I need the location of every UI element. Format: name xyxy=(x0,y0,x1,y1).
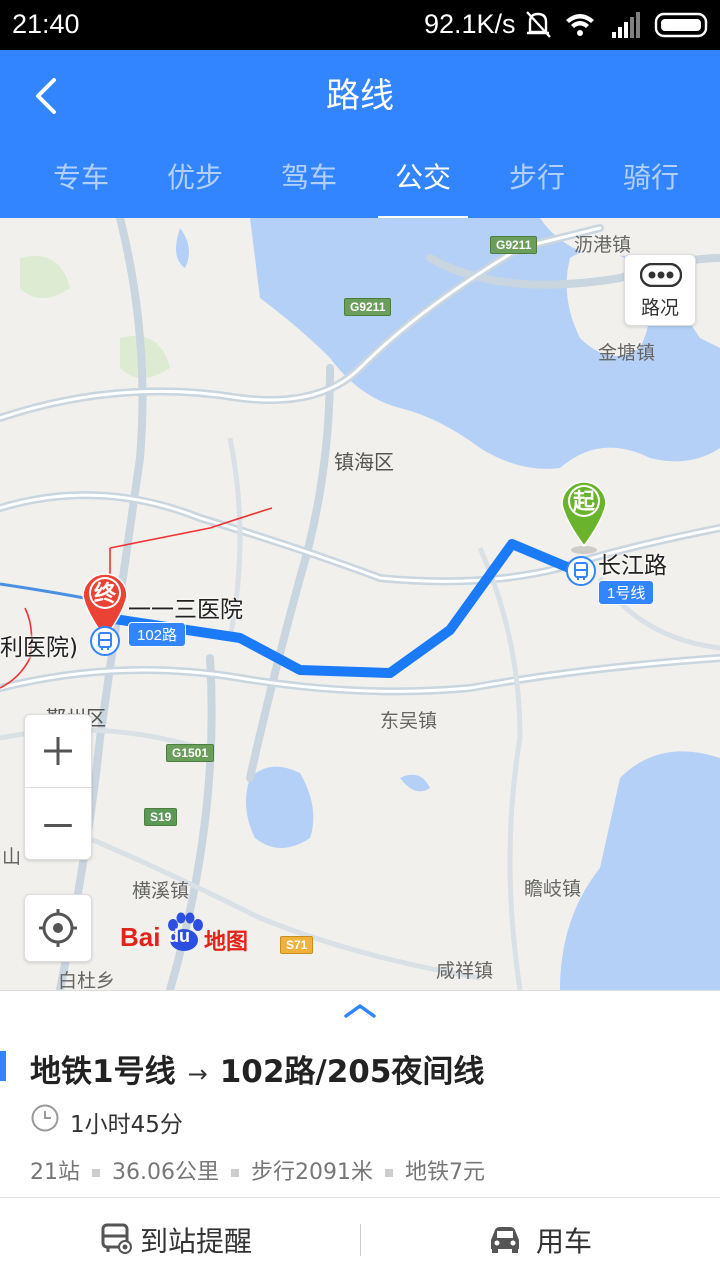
route-arrow: → xyxy=(187,1060,208,1088)
label-jintang: 金塘镇 xyxy=(598,342,656,364)
logo-bai: Bai xyxy=(120,922,161,952)
start-pin[interactable]: 起 xyxy=(559,476,609,554)
tab-cycling[interactable]: 骑行 xyxy=(594,146,708,218)
page-title: 路线 xyxy=(326,76,394,116)
route-line1: 地铁1号线 xyxy=(30,1054,176,1090)
tab-driving[interactable]: 驾车 xyxy=(252,146,366,218)
zoom-in-icon[interactable] xyxy=(25,715,91,787)
label-lijiang: 沥港镇 xyxy=(574,234,632,256)
stats-separator xyxy=(230,1169,239,1177)
transport-tabs: 专车 优步 驾车 公交 步行 骑行 xyxy=(0,146,720,218)
arrival-reminder-button[interactable]: 到站提醒 xyxy=(0,1198,360,1280)
label-hengxi: 横溪镇 xyxy=(132,880,190,902)
locate-icon xyxy=(39,909,77,947)
end-stop-left-name: 利医院) xyxy=(0,635,78,661)
start-pin-label: 起 xyxy=(572,490,595,515)
status-icons xyxy=(526,11,708,38)
logo-du: du xyxy=(168,926,190,946)
end-pin-label: 终 xyxy=(93,582,116,607)
status-net-speed: 92.1K/s xyxy=(424,9,516,39)
start-line-tag: 1号线 xyxy=(598,580,655,605)
route-duration: 1小时45分 xyxy=(70,1112,183,1138)
logo-ditu: 地图 xyxy=(204,930,249,955)
back-icon[interactable] xyxy=(24,72,72,120)
locate-button[interactable] xyxy=(24,894,92,962)
route-fare: 地铁7元 xyxy=(404,1160,485,1185)
route-line2: 102路/205夜间线 xyxy=(219,1054,485,1090)
highway-g9211-mid: G9211 xyxy=(344,298,392,316)
route-distance: 36.06公里 xyxy=(112,1160,219,1185)
tab-uber[interactable]: 优步 xyxy=(138,146,252,218)
route-accent-bar xyxy=(0,1051,6,1081)
label-xianxiang: 咸祥镇 xyxy=(436,960,494,982)
tab-walking[interactable]: 步行 xyxy=(480,146,594,218)
wifi-icon xyxy=(566,14,594,36)
battery-icon xyxy=(654,12,708,38)
route-title[interactable]: 地铁1号线 → 102路/205夜间线 xyxy=(30,1046,484,1091)
tab-transit[interactable]: 公交 xyxy=(366,146,480,218)
arrival-reminder-label: 到站提醒 xyxy=(140,1225,253,1258)
traffic-label: 路况 xyxy=(640,297,679,319)
action-bar: 到站提醒 用车 xyxy=(0,1197,720,1280)
route-walk: 步行2091米 xyxy=(250,1160,373,1185)
map-view[interactable]: 沥港镇 金塘镇 镇海区 东吴镇 鄞州区 横溪镇 瞻岐镇 咸祥镇 白杜乡 山 G9… xyxy=(0,218,720,990)
traffic-icon xyxy=(640,263,682,287)
label-dongwu: 东吴镇 xyxy=(380,710,438,732)
status-time: 21:40 xyxy=(12,9,80,39)
status-bar: 21:40 92.1K/s xyxy=(0,0,720,50)
route-panel: 地铁1号线 → 102路/205夜间线 1小时45分 21站 36.06公里 步行209… xyxy=(0,990,720,1280)
end-stop-name: 一一三医院 xyxy=(128,597,243,623)
tab-special-car[interactable]: 专车 xyxy=(24,146,138,218)
route-stations: 21站 xyxy=(30,1160,80,1185)
mute-bell-icon xyxy=(526,11,551,38)
label-baidu: 白杜乡 xyxy=(58,970,116,990)
highway-g9211-top: G9211 xyxy=(490,236,538,254)
traffic-button[interactable]: 路况 xyxy=(624,254,696,326)
ride-label: 用车 xyxy=(536,1225,593,1258)
bus-stop-icon xyxy=(566,556,596,586)
end-line-tag: 102路 xyxy=(128,622,187,647)
signal-icon xyxy=(612,12,640,38)
header: 路线 专车 优步 驾车 公交 步行 骑行 xyxy=(0,50,720,220)
stats-separator xyxy=(384,1169,393,1177)
start-stop-name: 长江路 xyxy=(598,553,667,579)
end-bus-stop-icon xyxy=(90,626,120,656)
highway-g1501: G1501 xyxy=(166,744,215,762)
label-shan: 山 xyxy=(2,846,22,868)
highway-s71: S71 xyxy=(280,936,314,954)
ride-button[interactable]: 用车 xyxy=(360,1198,720,1280)
bus-alarm-icon xyxy=(101,1223,132,1254)
label-zhanqi: 瞻岐镇 xyxy=(524,878,582,900)
car-icon xyxy=(491,1227,519,1253)
highway-s19: S19 xyxy=(144,808,178,826)
route-stats: 21站 36.06公里 步行2091米 地铁7元 xyxy=(30,1154,485,1186)
zoom-control xyxy=(24,714,92,860)
chevron-up-icon[interactable] xyxy=(340,1001,380,1021)
baidu-map-logo: Bai du 地图 xyxy=(120,912,260,956)
clock-icon xyxy=(31,1104,59,1132)
zoom-out-icon[interactable] xyxy=(25,787,91,859)
label-zhenhai: 镇海区 xyxy=(334,450,394,474)
stats-separator xyxy=(92,1169,100,1177)
